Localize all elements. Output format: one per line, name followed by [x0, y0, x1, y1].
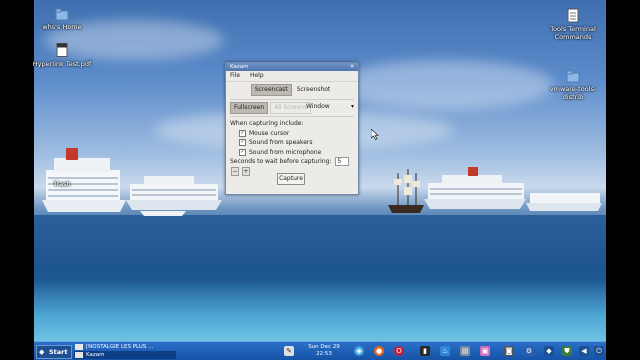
option-label: Sound from speakers: [249, 139, 313, 146]
mode-tabs: Screencast Screenshot: [226, 84, 358, 96]
desktop-icon-label: whs's Home: [42, 23, 82, 31]
window-icon: [75, 344, 83, 350]
window-select[interactable]: Window ▾: [306, 103, 354, 110]
desktop-icon-terminal[interactable]: Tools Terminal Commands: [543, 8, 603, 41]
clock-time: 22:53: [316, 351, 332, 357]
desktop-icon-label: Tools Terminal Commands: [550, 25, 596, 41]
files-icon[interactable]: ▤: [460, 346, 470, 356]
terminal-icon[interactable]: ▮: [420, 346, 430, 356]
gear-icon[interactable]: ⚙: [524, 346, 534, 356]
cruise-ship: [526, 193, 602, 211]
desktop-icon-vmware[interactable]: vmware-tools-distrib: [543, 70, 603, 101]
option-label: Sound from microphone: [249, 148, 322, 156]
capture-heading: When capturing include:: [230, 120, 304, 127]
power-icon[interactable]: ⏻: [594, 346, 604, 356]
network-icon[interactable]: ◆: [544, 346, 554, 356]
option-sound-microphone[interactable]: ✓ Sound from microphone: [230, 148, 354, 158]
image-viewer-icon[interactable]: ▣: [480, 346, 490, 356]
delay-label: Seconds to wait before capturing:: [230, 158, 332, 165]
tab-screenshot[interactable]: Screenshot: [294, 85, 334, 95]
firefox-icon[interactable]: ●: [374, 346, 384, 356]
delay-row: Seconds to wait before capturing: 5 − +: [230, 157, 354, 176]
kazam-window: Kazam ✕ File Help Screencast Screenshot …: [225, 62, 359, 195]
window-select-label: Window: [306, 103, 330, 110]
decrement-button[interactable]: −: [231, 166, 239, 176]
increment-button[interactable]: +: [241, 166, 250, 176]
delay-input[interactable]: 5: [335, 157, 350, 166]
option-label: Mouse cursor: [249, 129, 290, 137]
task-label: [NOSTALGIE LES PLUS ...: [86, 344, 154, 350]
menu-help[interactable]: Help: [250, 72, 264, 79]
opera-icon[interactable]: O: [394, 346, 404, 356]
capture-button[interactable]: Capture: [277, 173, 305, 185]
cloud: [334, 60, 554, 110]
menu-bar: File Help: [226, 71, 358, 82]
window-titlebar[interactable]: Kazam ✕: [226, 63, 358, 71]
desktop-icon-trash[interactable]: Trash: [32, 180, 92, 188]
shallow-water: [34, 280, 606, 342]
desktop-icon-pdf[interactable]: Hyperlink Test.pdf: [32, 42, 92, 68]
checkbox[interactable]: ✓: [239, 129, 246, 137]
shield-icon[interactable]: ⛊: [562, 346, 572, 356]
volume-icon[interactable]: ◀: [579, 346, 589, 356]
option-sound-speakers[interactable]: ✓ Sound from speakers: [230, 138, 354, 148]
tab-screencast[interactable]: Screencast: [250, 84, 292, 96]
option-mouse-cursor[interactable]: ✓ Mouse cursor: [230, 129, 354, 139]
desktop-icon-label: vmware-tools-distrib: [549, 85, 597, 101]
close-icon[interactable]: ✕: [348, 63, 356, 71]
chevron-down-icon: ▾: [350, 103, 354, 110]
capture-options: When capturing include: ✓ Mouse cursor ✓ S…: [230, 116, 354, 176]
window-title: Kazam: [230, 64, 249, 70]
desktop-icon-label: Hyperlink Test.pdf: [32, 60, 92, 68]
task-label: Kazam: [86, 352, 105, 358]
clock-date: Sun Dec 29: [308, 344, 340, 350]
taskbar: Start [NOSTALGIE LES PLUS ... Kazam ✎ Su…: [34, 341, 606, 360]
task-nostalgie[interactable]: [NOSTALGIE LES PLUS ...: [74, 343, 153, 351]
folder-icon: [566, 70, 580, 83]
start-button[interactable]: Start: [36, 345, 72, 359]
checkbox[interactable]: ✓: [239, 148, 246, 156]
boat: [140, 211, 186, 216]
mouse-cursor-icon: [371, 129, 379, 140]
fullscreen-button[interactable]: Fullscreen: [230, 102, 269, 114]
clock[interactable]: Sun Dec 29 22:53: [306, 344, 342, 358]
pdf-file-icon: [56, 43, 68, 57]
desktop-icon-home[interactable]: whs's Home: [32, 8, 92, 31]
camera-icon[interactable]: ◙: [504, 346, 514, 356]
task-kazam[interactable]: Kazam: [74, 351, 176, 359]
cruise-ship: [42, 148, 126, 212]
flame-icon[interactable]: ♨: [440, 346, 450, 356]
folder-icon: [55, 8, 69, 21]
menu-file[interactable]: File: [230, 72, 240, 79]
cruise-ship: [388, 167, 526, 213]
capture-area-selector: Fullscreen All Screens Window ▾: [230, 99, 354, 114]
checkbox[interactable]: ✓: [239, 139, 246, 146]
desktop-icon-label: Trash: [53, 180, 71, 188]
browser-icon[interactable]: ◉: [354, 346, 364, 356]
window-icon: [75, 352, 83, 358]
text-file-icon: [567, 8, 579, 23]
text-editor-icon[interactable]: ✎: [284, 346, 294, 356]
